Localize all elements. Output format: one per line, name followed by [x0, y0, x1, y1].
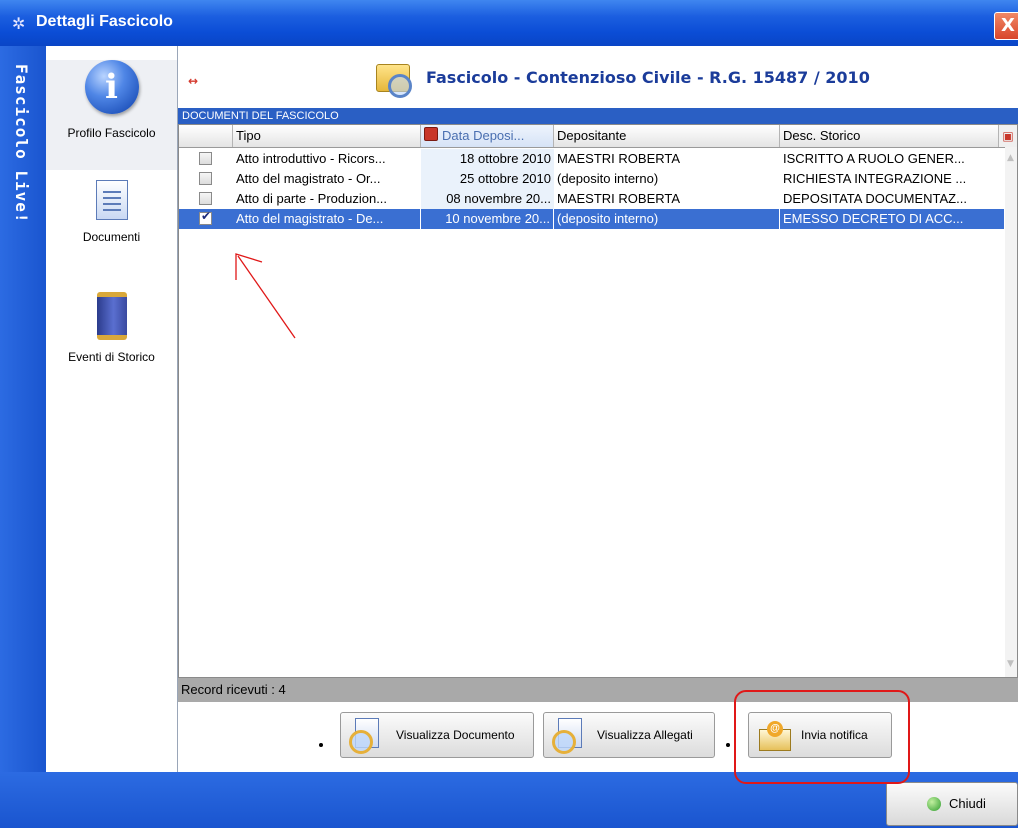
document-icon — [95, 180, 128, 220]
nav-item-label: Profilo Fascicolo — [67, 126, 156, 140]
cell-depositante: MAESTRI ROBERTA — [557, 191, 681, 206]
nav-item-eventi-di-storico[interactable]: Eventi di Storico — [46, 292, 177, 364]
column-header-desc-storico[interactable]: Desc. Storico — [780, 125, 999, 147]
cell-tipo: Atto di parte - Produzion... — [236, 191, 388, 206]
button-label: Visualizza Allegati — [597, 728, 693, 742]
sort-icon — [424, 127, 438, 141]
column-chooser-icon[interactable]: ▣ — [999, 125, 1017, 147]
window-title: Dettagli Fascicolo — [36, 13, 173, 30]
side-band: Fascicolo Live! — [0, 46, 46, 772]
cell-data: 08 novembre 20... — [421, 189, 554, 209]
chiudi-button[interactable]: Chiudi — [886, 782, 1018, 826]
column-header-data-deposito[interactable]: Data Deposi... — [421, 125, 554, 147]
table-row[interactable]: Atto del magistrato - Or... 25 ottobre 2… — [179, 169, 1005, 189]
section-header: DOCUMENTI DEL FASCICOLO — [178, 108, 1018, 124]
separator-dot — [726, 743, 730, 747]
nav-item-label: Documenti — [82, 230, 141, 244]
magnifier-document-icon — [349, 718, 383, 754]
info-icon: i — [84, 60, 139, 114]
cell-data: 18 ottobre 2010 — [421, 149, 554, 169]
title-bar[interactable]: ✲ Dettagli Fascicolo X — [0, 0, 1018, 47]
book-icon — [96, 292, 127, 340]
page-title: Fascicolo - Contenzioso Civile - R.G. 15… — [426, 68, 870, 87]
table-row-selected[interactable]: Atto del magistrato - De... 10 novembre … — [179, 209, 1005, 229]
folder-search-icon — [376, 60, 412, 98]
side-band-label: Fascicolo Live! — [12, 64, 31, 224]
column-header-depositante[interactable]: Depositante — [554, 125, 780, 147]
scroll-up-icon[interactable]: ▲ — [1007, 153, 1014, 163]
column-header-label: Data Deposi... — [442, 128, 525, 143]
cell-tipo: Atto introduttivo - Ricors... — [236, 151, 386, 166]
documents-table: Tipo Data Deposi... Depositante Desc. St… — [178, 124, 1018, 678]
app-icon: ✲ — [12, 14, 26, 33]
application-window: ✲ Dettagli Fascicolo X Fascicolo Live! i… — [0, 0, 1018, 828]
vertical-scrollbar[interactable]: ▲ ▼ — [1005, 147, 1017, 677]
collapse-icon[interactable]: ↔ — [188, 74, 198, 88]
cell-desc-storico: EMESSO DECRETO DI ACC... — [780, 209, 1005, 229]
cell-depositante: MAESTRI ROBERTA — [557, 151, 681, 166]
row-checkbox[interactable] — [199, 172, 212, 185]
cell-data: 25 ottobre 2010 — [421, 169, 554, 189]
magnifier-attachment-icon — [552, 718, 586, 754]
table-row[interactable]: Atto introduttivo - Ricors... 18 ottobre… — [179, 149, 1005, 169]
row-checkbox[interactable] — [199, 152, 212, 165]
nav-item-profilo-fascicolo[interactable]: i Profilo Fascicolo — [46, 60, 177, 170]
nav-item-label: Eventi di Storico — [68, 350, 155, 364]
cell-depositante: (deposito interno) — [554, 209, 780, 229]
cell-tipo: Atto del magistrato - De... — [233, 209, 421, 229]
check-icon — [927, 797, 941, 811]
navigation-panel: i Profilo Fascicolo Documenti Eventi di … — [46, 46, 178, 772]
cell-desc-storico: RICHIESTA INTEGRAZIONE ... — [783, 171, 967, 186]
nav-item-documenti[interactable]: Documenti — [46, 180, 177, 270]
cell-data: 10 novembre 20... — [421, 209, 554, 229]
content-header: ↔ Fascicolo - Contenzioso Civile - R.G. … — [178, 46, 1018, 106]
view-attachments-button[interactable]: Visualizza Allegati — [543, 712, 715, 758]
button-label: Visualizza Documento — [396, 728, 515, 742]
table-row[interactable]: Atto di parte - Produzion... 08 novembre… — [179, 189, 1005, 209]
annotation-highlight-rectangle — [734, 690, 910, 784]
cell-tipo: Atto del magistrato - Or... — [236, 171, 381, 186]
column-header-checkbox — [179, 125, 233, 147]
cell-desc-storico: ISCRITTO A RUOLO GENER... — [783, 151, 965, 166]
view-document-button[interactable]: Visualizza Documento — [340, 712, 534, 758]
cell-desc-storico: DEPOSITATA DOCUMENTAZ... — [783, 191, 967, 206]
scroll-down-icon[interactable]: ▼ — [1007, 659, 1014, 669]
row-checkbox-checked[interactable] — [199, 209, 212, 225]
separator-dot — [319, 743, 323, 747]
main-content: ↔ Fascicolo - Contenzioso Civile - R.G. … — [178, 46, 1018, 772]
cell-depositante: (deposito interno) — [557, 171, 659, 186]
window-close-button[interactable]: X — [994, 12, 1018, 40]
column-header-tipo[interactable]: Tipo — [233, 125, 421, 147]
button-label: Chiudi — [949, 796, 986, 811]
row-checkbox[interactable] — [199, 192, 212, 205]
table-header: Tipo Data Deposi... Depositante Desc. St… — [179, 125, 1017, 148]
